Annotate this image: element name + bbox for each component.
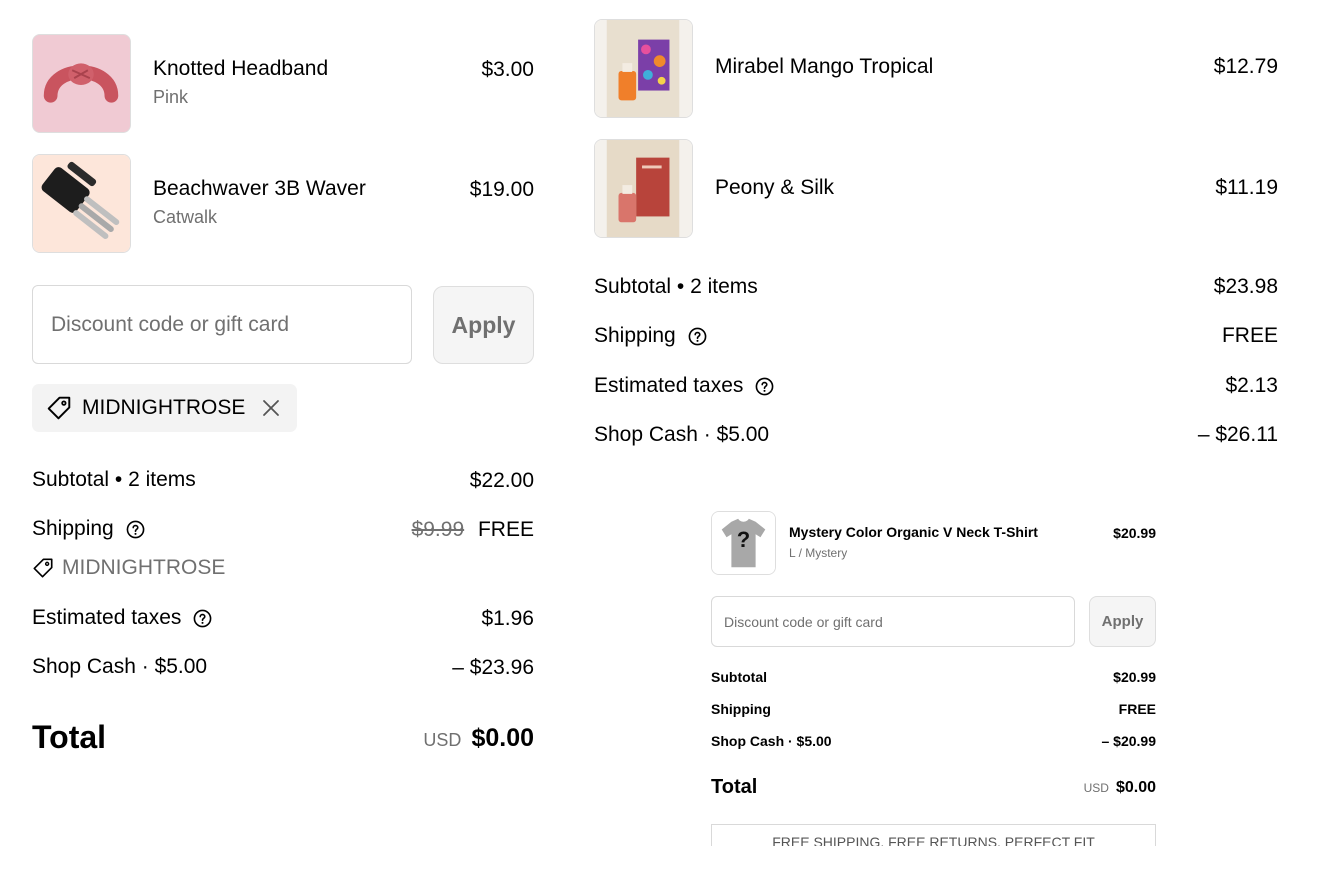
taxes-label: Estimated taxes [594,374,744,397]
item-name: Peony & Silk [715,176,835,199]
tag-icon [32,557,54,579]
help-circle-icon[interactable] [126,520,145,539]
shipping-discount-code: MIDNIGHTROSE [32,556,225,580]
help-circle-icon[interactable] [755,377,774,396]
shipping-value: FREE [1221,324,1278,347]
close-icon[interactable] [261,398,281,418]
shipping-row-label: Shipping [594,324,707,348]
shipping-label: Shipping [594,324,676,347]
total-currency: USD [1083,781,1109,795]
peony-silk-thumbnail [594,139,693,238]
discount-field[interactable] [32,285,412,364]
item-variant: Catwalk [153,207,218,227]
tag-icon [46,395,72,421]
taxes-value: $1.96 [481,607,534,630]
subtotal-label: Subtotal • 2 items [32,468,196,491]
mystery-mark: ? [736,527,751,552]
total-value: $0.00 [471,724,534,752]
shopcash-value: – $23.96 [452,656,534,679]
discount-field[interactable] [711,596,1075,647]
total-currency: USD [423,730,462,750]
taxes-row-label: Estimated taxes [594,374,774,398]
item-name: Mirabel Mango Tropical [715,55,934,78]
shopcash-label: Shop Cash · $5.00 [594,423,770,446]
item-price: $3.00 [481,58,534,81]
shopcash-value: – $26.11 [1197,423,1278,446]
discount-code: MIDNIGHTROSE [82,396,246,419]
shopcash-label: Shop Cash · $5.00 [32,655,208,678]
item-price: $11.19 [1215,176,1278,199]
promo-banner-text: FREE SHIPPING, FREE RETURNS, PERFECT FIT [772,834,1095,846]
shipping-code-label: MIDNIGHTROSE [62,556,226,579]
shipping-value-row: $9.99 FREE [412,518,534,542]
shipping-value: FREE [477,518,534,541]
discount-input[interactable] [724,597,1074,646]
subtotal-label: Subtotal • 2 items [594,275,758,298]
shipping-label: Shipping [32,517,114,540]
subtotal-value: $22.00 [469,469,534,492]
shopcash-label: Shop Cash · $5.00 [711,733,832,749]
promo-banner: FREE SHIPPING, FREE RETURNS, PERFECT FIT [711,824,1156,846]
taxes-value: $2.13 [1225,374,1278,397]
shopcash-value: – $20.99 [1101,733,1157,749]
item-variant: Pink [153,87,189,107]
taxes-row-label: Estimated taxes [32,606,212,630]
item-variant: L / Mystery [789,546,848,560]
shipping-value: FREE [1118,701,1156,717]
beachwaver-thumbnail [32,154,131,253]
total-label: Total [711,776,758,798]
total-row-value: USD $0.00 [423,724,534,753]
mirabel-mango-thumbnail [594,19,693,118]
help-circle-icon[interactable] [193,609,212,628]
item-name: Beachwaver 3B Waver [153,177,366,200]
taxes-label: Estimated taxes [32,606,182,629]
shipping-row-label: Shipping [32,517,145,541]
item-name: Knotted Headband [153,57,329,80]
item-name: Mystery Color Organic V Neck T-Shirt [789,524,1038,540]
item-price: $20.99 [1113,525,1156,541]
item-price: $12.79 [1213,55,1278,78]
subtotal-value: $20.99 [1113,669,1156,685]
apply-button[interactable]: Apply [1089,596,1156,647]
total-row-value: USD $0.00 [1084,779,1156,797]
help-circle-icon[interactable] [688,327,707,346]
total-value: $0.00 [1115,779,1156,796]
subtotal-value: $23.98 [1213,275,1278,298]
knotted-headband-thumbnail [32,34,131,133]
shipping-label: Shipping [711,701,771,717]
subtotal-label: Subtotal [711,669,767,685]
mystery-tshirt-thumbnail: ? [711,511,776,575]
item-price: $19.00 [469,178,534,201]
applied-discount-chip: MIDNIGHTROSE [32,384,297,432]
apply-button[interactable]: Apply [433,286,534,364]
discount-input[interactable] [51,286,411,363]
shipping-original-price: $9.99 [411,518,465,541]
total-label: Total [32,719,107,755]
